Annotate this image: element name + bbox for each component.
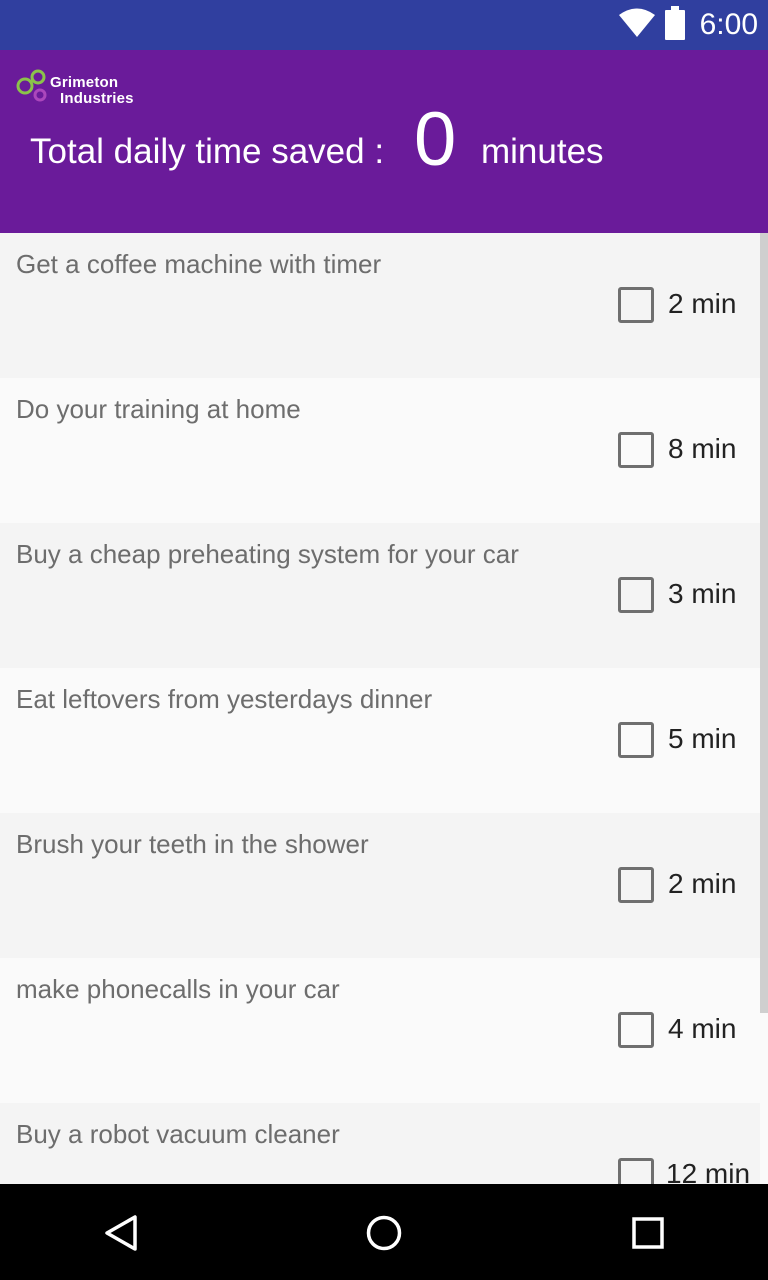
list-item: make phonecalls in your car 4 min [0,958,760,1103]
item-checkbox[interactable] [618,867,654,903]
item-time: 4 min [668,1013,737,1044]
back-button[interactable] [96,1208,146,1258]
item-time: 5 min [668,723,737,754]
list-item: Buy a robot vacuum cleaner 12 min [0,1103,760,1184]
item-title: make phonecalls in your car [16,974,340,1004]
logo-text: Grimeton Industries [50,75,134,107]
item-time: 8 min [668,433,737,464]
item-title: Get a coffee machine with timer [16,249,382,279]
recents-icon [632,1217,664,1249]
status-icons: 6:00 [618,0,758,50]
recents-button[interactable] [623,1208,673,1258]
navigation-bar [0,1184,768,1280]
list-item: Eat leftovers from yesterdays dinner 5 m… [0,668,760,813]
list-scrollbar[interactable] [760,233,768,1013]
item-checkbox[interactable] [618,1012,654,1048]
status-time: 6:00 [699,8,758,41]
wifi-icon [618,8,656,43]
battery-icon [664,5,686,45]
item-time: 2 min [668,868,737,899]
item-time: 2 min [668,288,737,319]
total-time-label: Total daily time saved : [30,132,385,171]
item-checkbox[interactable] [618,577,654,613]
item-time: 12 min [666,1158,751,1184]
item-checkbox[interactable] [618,1158,654,1184]
item-title: Brush your teeth in the shower [16,829,369,859]
back-icon [105,1215,137,1251]
item-title: Eat leftovers from yesterdays dinner [16,684,433,714]
total-time-unit: minutes [481,132,604,171]
item-time: 3 min [668,578,737,609]
tips-list[interactable]: Get a coffee machine with timer 2 min Do… [0,233,760,1184]
list-item: Buy a cheap preheating system for your c… [0,523,760,668]
company-logo: Grimeton Industries [16,68,156,112]
home-icon [366,1215,402,1251]
logo-line1: Grimeton [50,74,119,91]
status-bar: 6:00 [0,0,768,50]
total-time-value: 0 [414,97,457,182]
home-button[interactable] [359,1208,409,1258]
item-checkbox[interactable] [618,287,654,323]
item-checkbox[interactable] [618,432,654,468]
item-checkbox[interactable] [618,722,654,758]
chain-logo-icon [16,69,47,102]
app-header: Grimeton Industries Total daily time sav… [0,50,768,233]
logo-line2: Industries [60,90,134,107]
list-item: Brush your teeth in the shower 2 min [0,813,760,958]
list-item: Do your training at home 8 min [0,378,760,523]
item-title: Buy a cheap preheating system for your c… [16,539,519,569]
list-item: Get a coffee machine with timer 2 min [0,233,760,378]
item-title: Buy a robot vacuum cleaner [16,1119,340,1149]
item-title: Do your training at home [16,394,301,424]
